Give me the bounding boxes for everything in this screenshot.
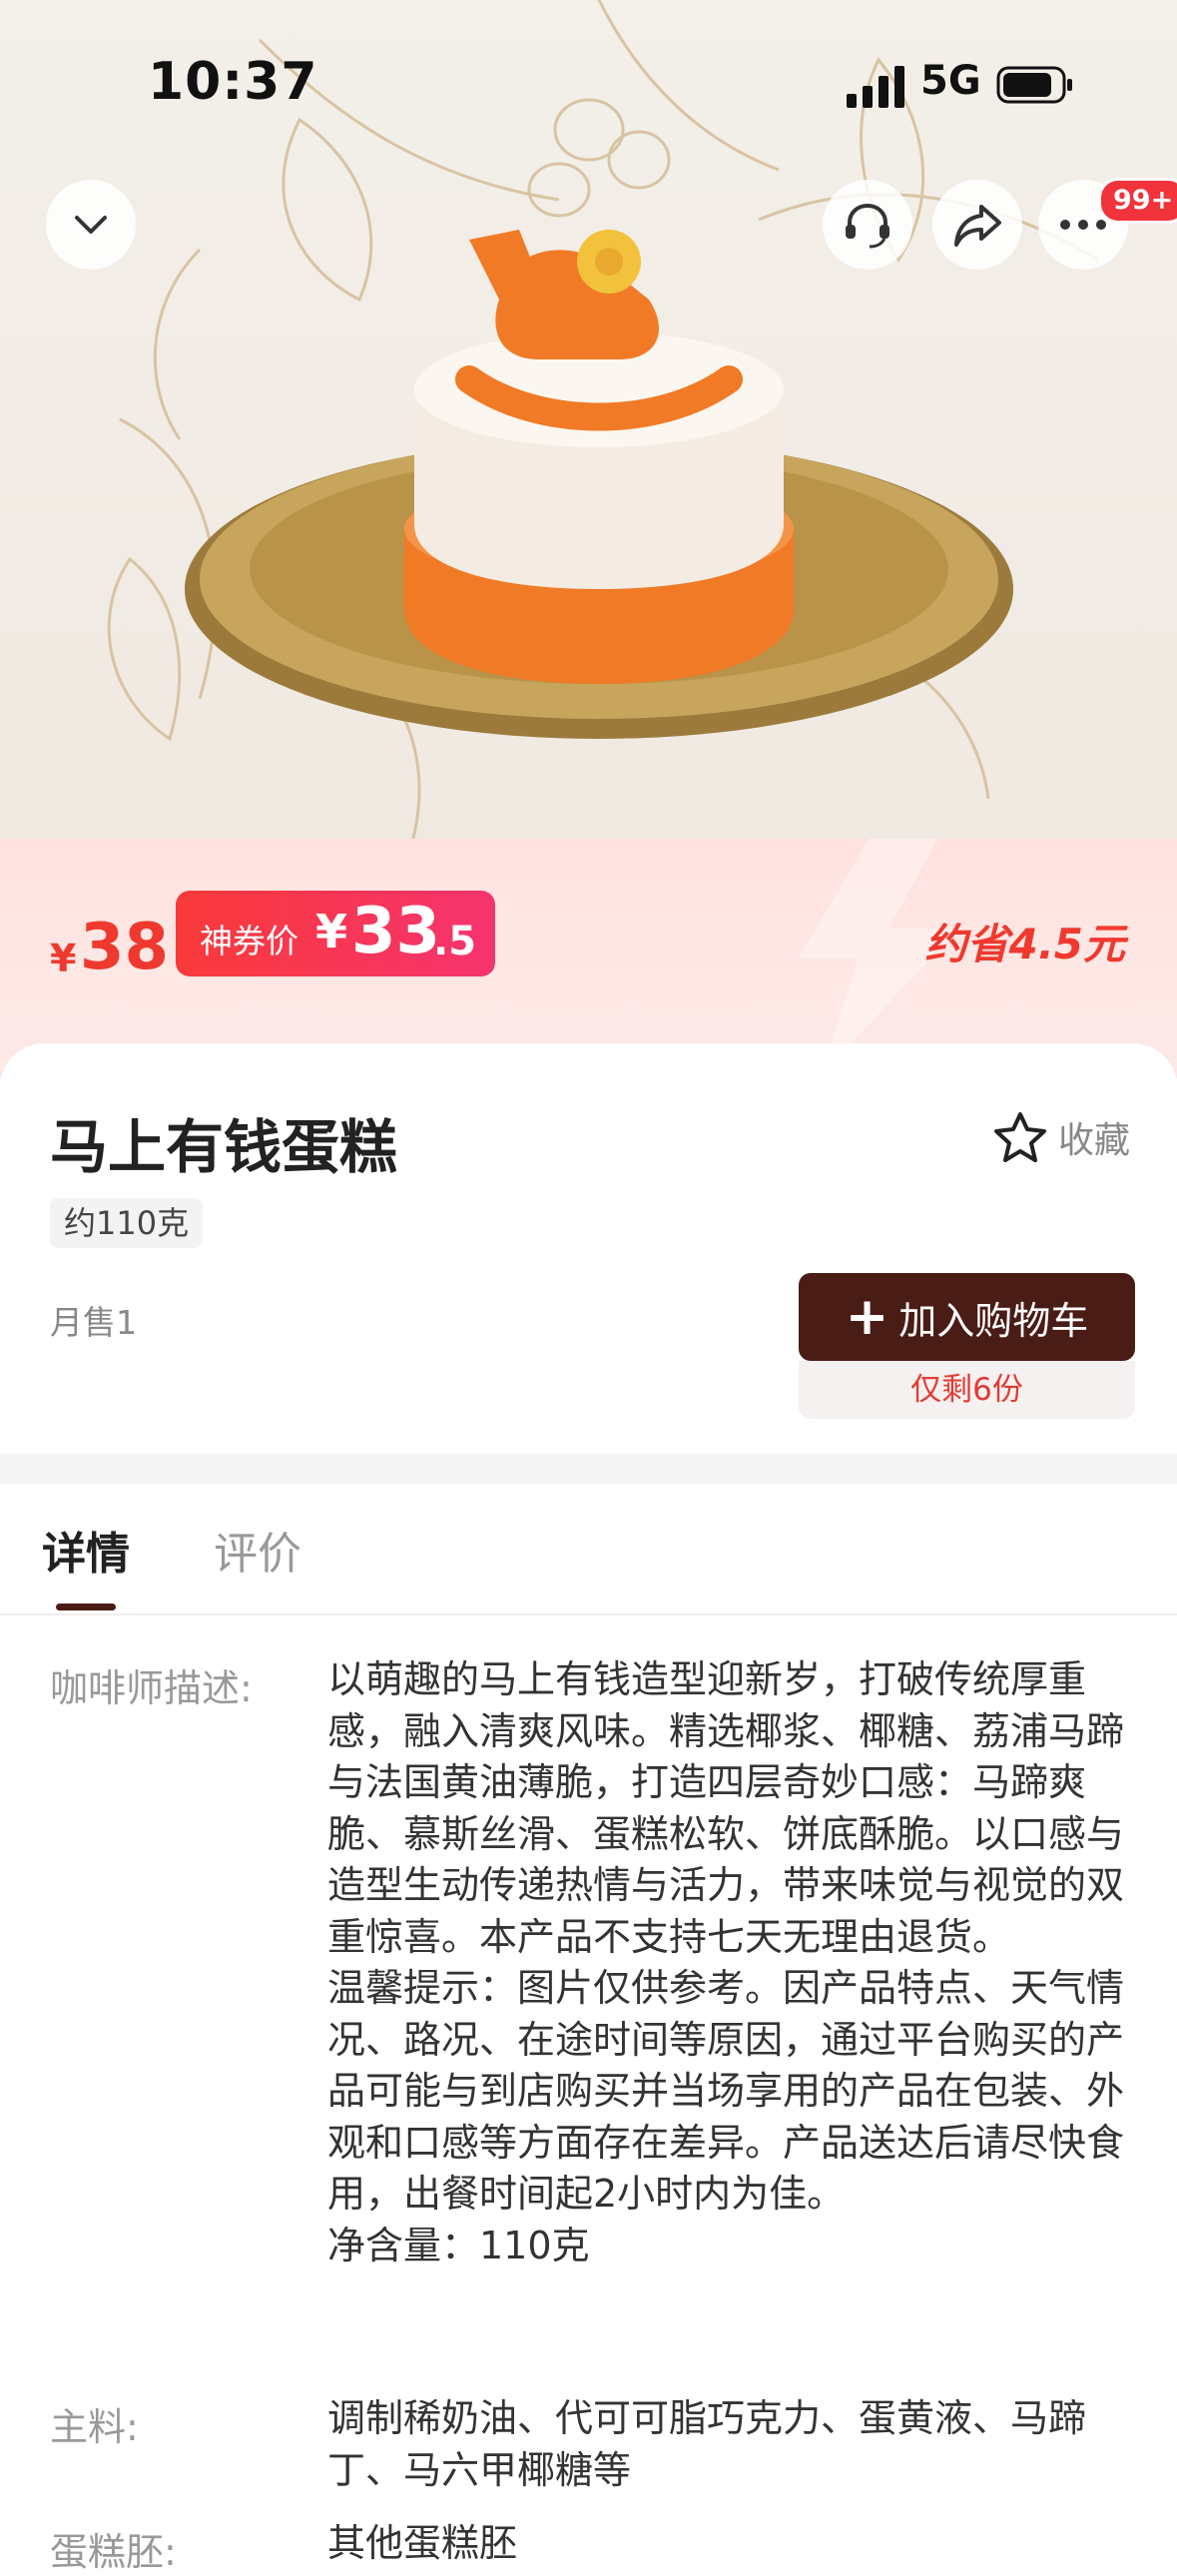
tab-reviews[interactable]: 评价: [214, 1518, 301, 1582]
network-type: 5G: [920, 58, 981, 104]
monthly-sales: 月售1: [50, 1303, 137, 1342]
detail-label-cake-base: 蛋糕胚:: [50, 2530, 177, 2574]
coupon-price-decimal: .5: [433, 919, 477, 965]
favorite-button[interactable]: 收藏: [992, 1110, 1130, 1164]
active-tab-indicator: [56, 1604, 116, 1610]
status-bar: 10:37 5G: [0, 0, 1177, 170]
savings-text: 约省4.5元: [924, 920, 1125, 968]
section-divider: [0, 1454, 1177, 1484]
coupon-price-tag: 神券价 ¥ 33 .5: [176, 891, 495, 976]
coupon-label: 神券价: [200, 922, 298, 961]
share-button[interactable]: [932, 180, 1022, 270]
add-to-cart-label: 加入购物车: [898, 1298, 1089, 1343]
star-icon: [994, 1112, 1046, 1162]
price-currency: ¥: [50, 937, 77, 980]
share-icon: [954, 205, 1001, 247]
headset-icon: [846, 203, 889, 249]
add-to-cart-button[interactable]: + 加入购物车: [799, 1273, 1135, 1361]
coupon-currency: ¥: [315, 905, 348, 959]
customer-service-button[interactable]: [823, 180, 912, 270]
chevron-down-icon: [75, 216, 107, 234]
coupon-price-integer: 33: [351, 895, 441, 968]
stock-remaining: 仅剩6份: [799, 1361, 1135, 1419]
battery-icon: [996, 66, 1072, 104]
detail-value-description: 以萌趣的马上有钱造型迎新岁，打破传统厚重感，融入清爽风味。精选椰浆、椰糖、荔浦马…: [327, 1657, 1125, 2267]
plus-icon: +: [845, 1287, 889, 1347]
detail-label-description: 咖啡师描述:: [50, 1666, 253, 1710]
detail-value-cake-base: 其他蛋糕胚: [327, 2521, 518, 2565]
status-time: 10:37: [148, 52, 318, 112]
detail-label-ingredients: 主料:: [50, 2405, 139, 2449]
signal-icon: [847, 66, 904, 108]
more-icon: [1060, 220, 1106, 230]
product-title: 马上有钱蛋糕: [50, 1113, 398, 1181]
tab-bar: [0, 1484, 1177, 1615]
tab-details[interactable]: 详情: [42, 1518, 130, 1582]
detail-value-ingredients: 调制稀奶油、代可可脂巧克力、蛋黄液、马蹄丁、马六甲椰糖等: [327, 2396, 1087, 2492]
weight-tag: 约110克: [50, 1198, 204, 1248]
notification-badge: 99+: [1098, 178, 1177, 224]
collapse-button[interactable]: [46, 180, 136, 270]
original-price: 38: [80, 911, 170, 984]
favorite-label: 收藏: [1058, 1120, 1131, 1161]
